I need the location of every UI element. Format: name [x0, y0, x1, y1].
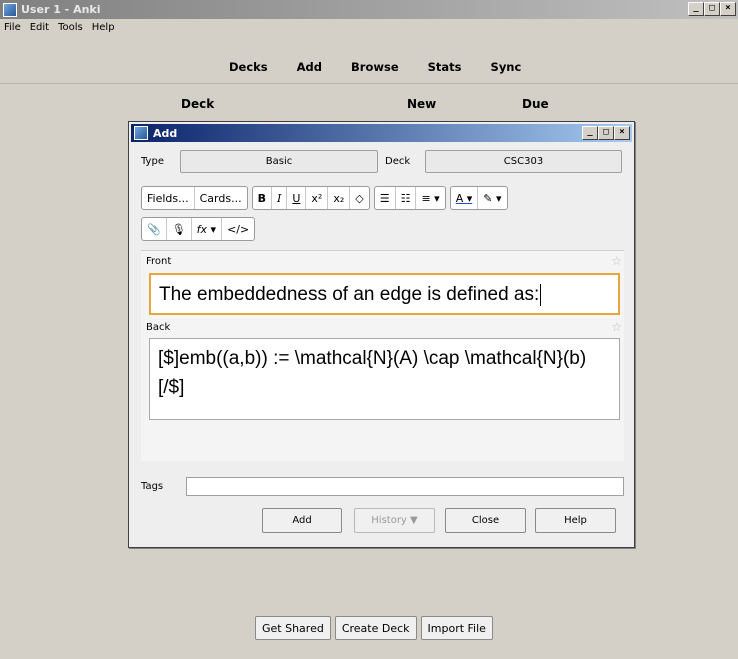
window-title: User 1 - Anki: [21, 3, 101, 16]
anki-app-icon: [134, 126, 148, 140]
dialog-buttons: Add History ▼ Close Help: [129, 508, 634, 534]
paperclip-icon[interactable]: 📎: [142, 218, 167, 240]
add-dialog-titlebar[interactable]: Add _ □ ×: [131, 124, 632, 142]
front-field[interactable]: The embeddedness of an edge is defined a…: [149, 273, 620, 315]
tags-input[interactable]: [186, 476, 624, 496]
dialog-maximize-button[interactable]: □: [598, 126, 614, 140]
dialog-close-button[interactable]: ×: [614, 126, 630, 140]
microphone-icon[interactable]: 🎙: [167, 218, 192, 240]
text-color-icon[interactable]: A ▾: [451, 187, 479, 209]
import-file-button[interactable]: Import File: [420, 616, 493, 640]
cards-button[interactable]: Cards...: [195, 187, 247, 209]
close-button[interactable]: ×: [720, 2, 736, 16]
list-group: ☰ ☷ ≡ ▾: [373, 186, 446, 210]
close-dialog-button[interactable]: Close: [445, 508, 526, 533]
fields-button[interactable]: Fields...: [142, 187, 195, 209]
align-icon[interactable]: ≡ ▾: [416, 187, 444, 209]
deck-label: Deck: [385, 155, 411, 167]
toplink-stats[interactable]: Stats: [428, 60, 462, 74]
front-text: The embeddedness of an edge is defined a…: [159, 284, 540, 305]
editor-toolbar-row2: 📎 🎙 fx ▾ </>: [141, 217, 256, 243]
bold-button[interactable]: B: [253, 187, 272, 209]
maximize-button[interactable]: □: [704, 2, 720, 16]
type-deck-row: Type Basic Deck CSC303: [141, 149, 624, 173]
toplink-sync[interactable]: Sync: [491, 60, 522, 74]
anki-app-icon: [3, 2, 17, 17]
minimize-button[interactable]: _: [688, 2, 704, 16]
editor-toolbar: Fields... Cards... B I U x² x₂ ◇ ☰ ☷ ≡ ▾…: [141, 185, 624, 211]
html-editor-icon[interactable]: </>: [222, 218, 254, 240]
get-shared-button[interactable]: Get Shared: [255, 616, 331, 640]
menu-tools[interactable]: Tools: [58, 22, 83, 33]
dialog-window-controls: _ □ ×: [582, 126, 630, 140]
menubar: File Edit Tools Help: [0, 19, 738, 36]
ordered-list-icon[interactable]: ☷: [396, 187, 417, 209]
type-label: Type: [141, 155, 164, 167]
highlight-icon[interactable]: ✎ ▾: [478, 187, 506, 209]
help-button[interactable]: Help: [535, 508, 616, 533]
toplink-decks[interactable]: Decks: [229, 60, 268, 74]
back-field[interactable]: [$]emb((a,b)) := \mathcal{N}(A) \cap \ma…: [149, 338, 620, 420]
create-deck-button[interactable]: Create Deck: [334, 616, 417, 640]
unordered-list-icon[interactable]: ☰: [375, 187, 396, 209]
deck-actions: Get Shared Create Deck Import File: [255, 616, 493, 640]
front-label: Front: [146, 256, 172, 267]
dialog-minimize-button[interactable]: _: [582, 126, 598, 140]
subscript-button[interactable]: x₂: [328, 187, 351, 209]
formula-icon[interactable]: fx ▾: [192, 218, 223, 240]
deck-chooser-button[interactable]: CSC303: [425, 149, 622, 173]
due-column-header: Due: [522, 97, 549, 111]
toplink-add[interactable]: Add: [297, 60, 322, 74]
deck-column-header: Deck: [181, 97, 215, 111]
italic-button[interactable]: I: [272, 187, 288, 209]
history-button[interactable]: History ▼: [354, 508, 435, 533]
main-titlebar[interactable]: User 1 - Anki _ □ ×: [0, 0, 738, 19]
type-chooser-button[interactable]: Basic: [180, 149, 378, 173]
tags-label: Tags: [141, 480, 164, 492]
media-group: 📎 🎙 fx ▾ </>: [141, 217, 256, 241]
main-window-controls: _ □ ×: [688, 2, 736, 16]
fields-cards-group: Fields... Cards...: [141, 186, 248, 210]
dialog-title: Add: [153, 126, 178, 140]
format-group: B I U x² x₂ ◇: [251, 186, 370, 210]
back-label: Back: [146, 322, 171, 333]
eraser-icon[interactable]: ◇: [350, 187, 368, 209]
menu-edit[interactable]: Edit: [30, 22, 49, 33]
text-cursor: [540, 283, 542, 306]
menu-help[interactable]: Help: [92, 22, 115, 33]
superscript-button[interactable]: x²: [306, 187, 329, 209]
pin-icon[interactable]: ☆: [611, 254, 622, 268]
color-group: A ▾ ✎ ▾: [449, 186, 508, 210]
fields-area: Front ☆ The embeddedness of an edge is d…: [141, 250, 624, 461]
menu-file[interactable]: File: [4, 22, 21, 33]
toplink-browse[interactable]: Browse: [351, 60, 399, 74]
add-button[interactable]: Add: [262, 508, 342, 533]
pin-icon[interactable]: ☆: [611, 320, 622, 334]
add-dialog: Add _ □ × Type Basic Deck CSC303 Fields.…: [128, 121, 635, 548]
underline-button[interactable]: U: [287, 187, 307, 209]
new-column-header: New: [407, 97, 437, 111]
toplinks: Decks Add Browse Stats Sync: [229, 60, 550, 74]
tags-row: Tags: [141, 476, 624, 496]
